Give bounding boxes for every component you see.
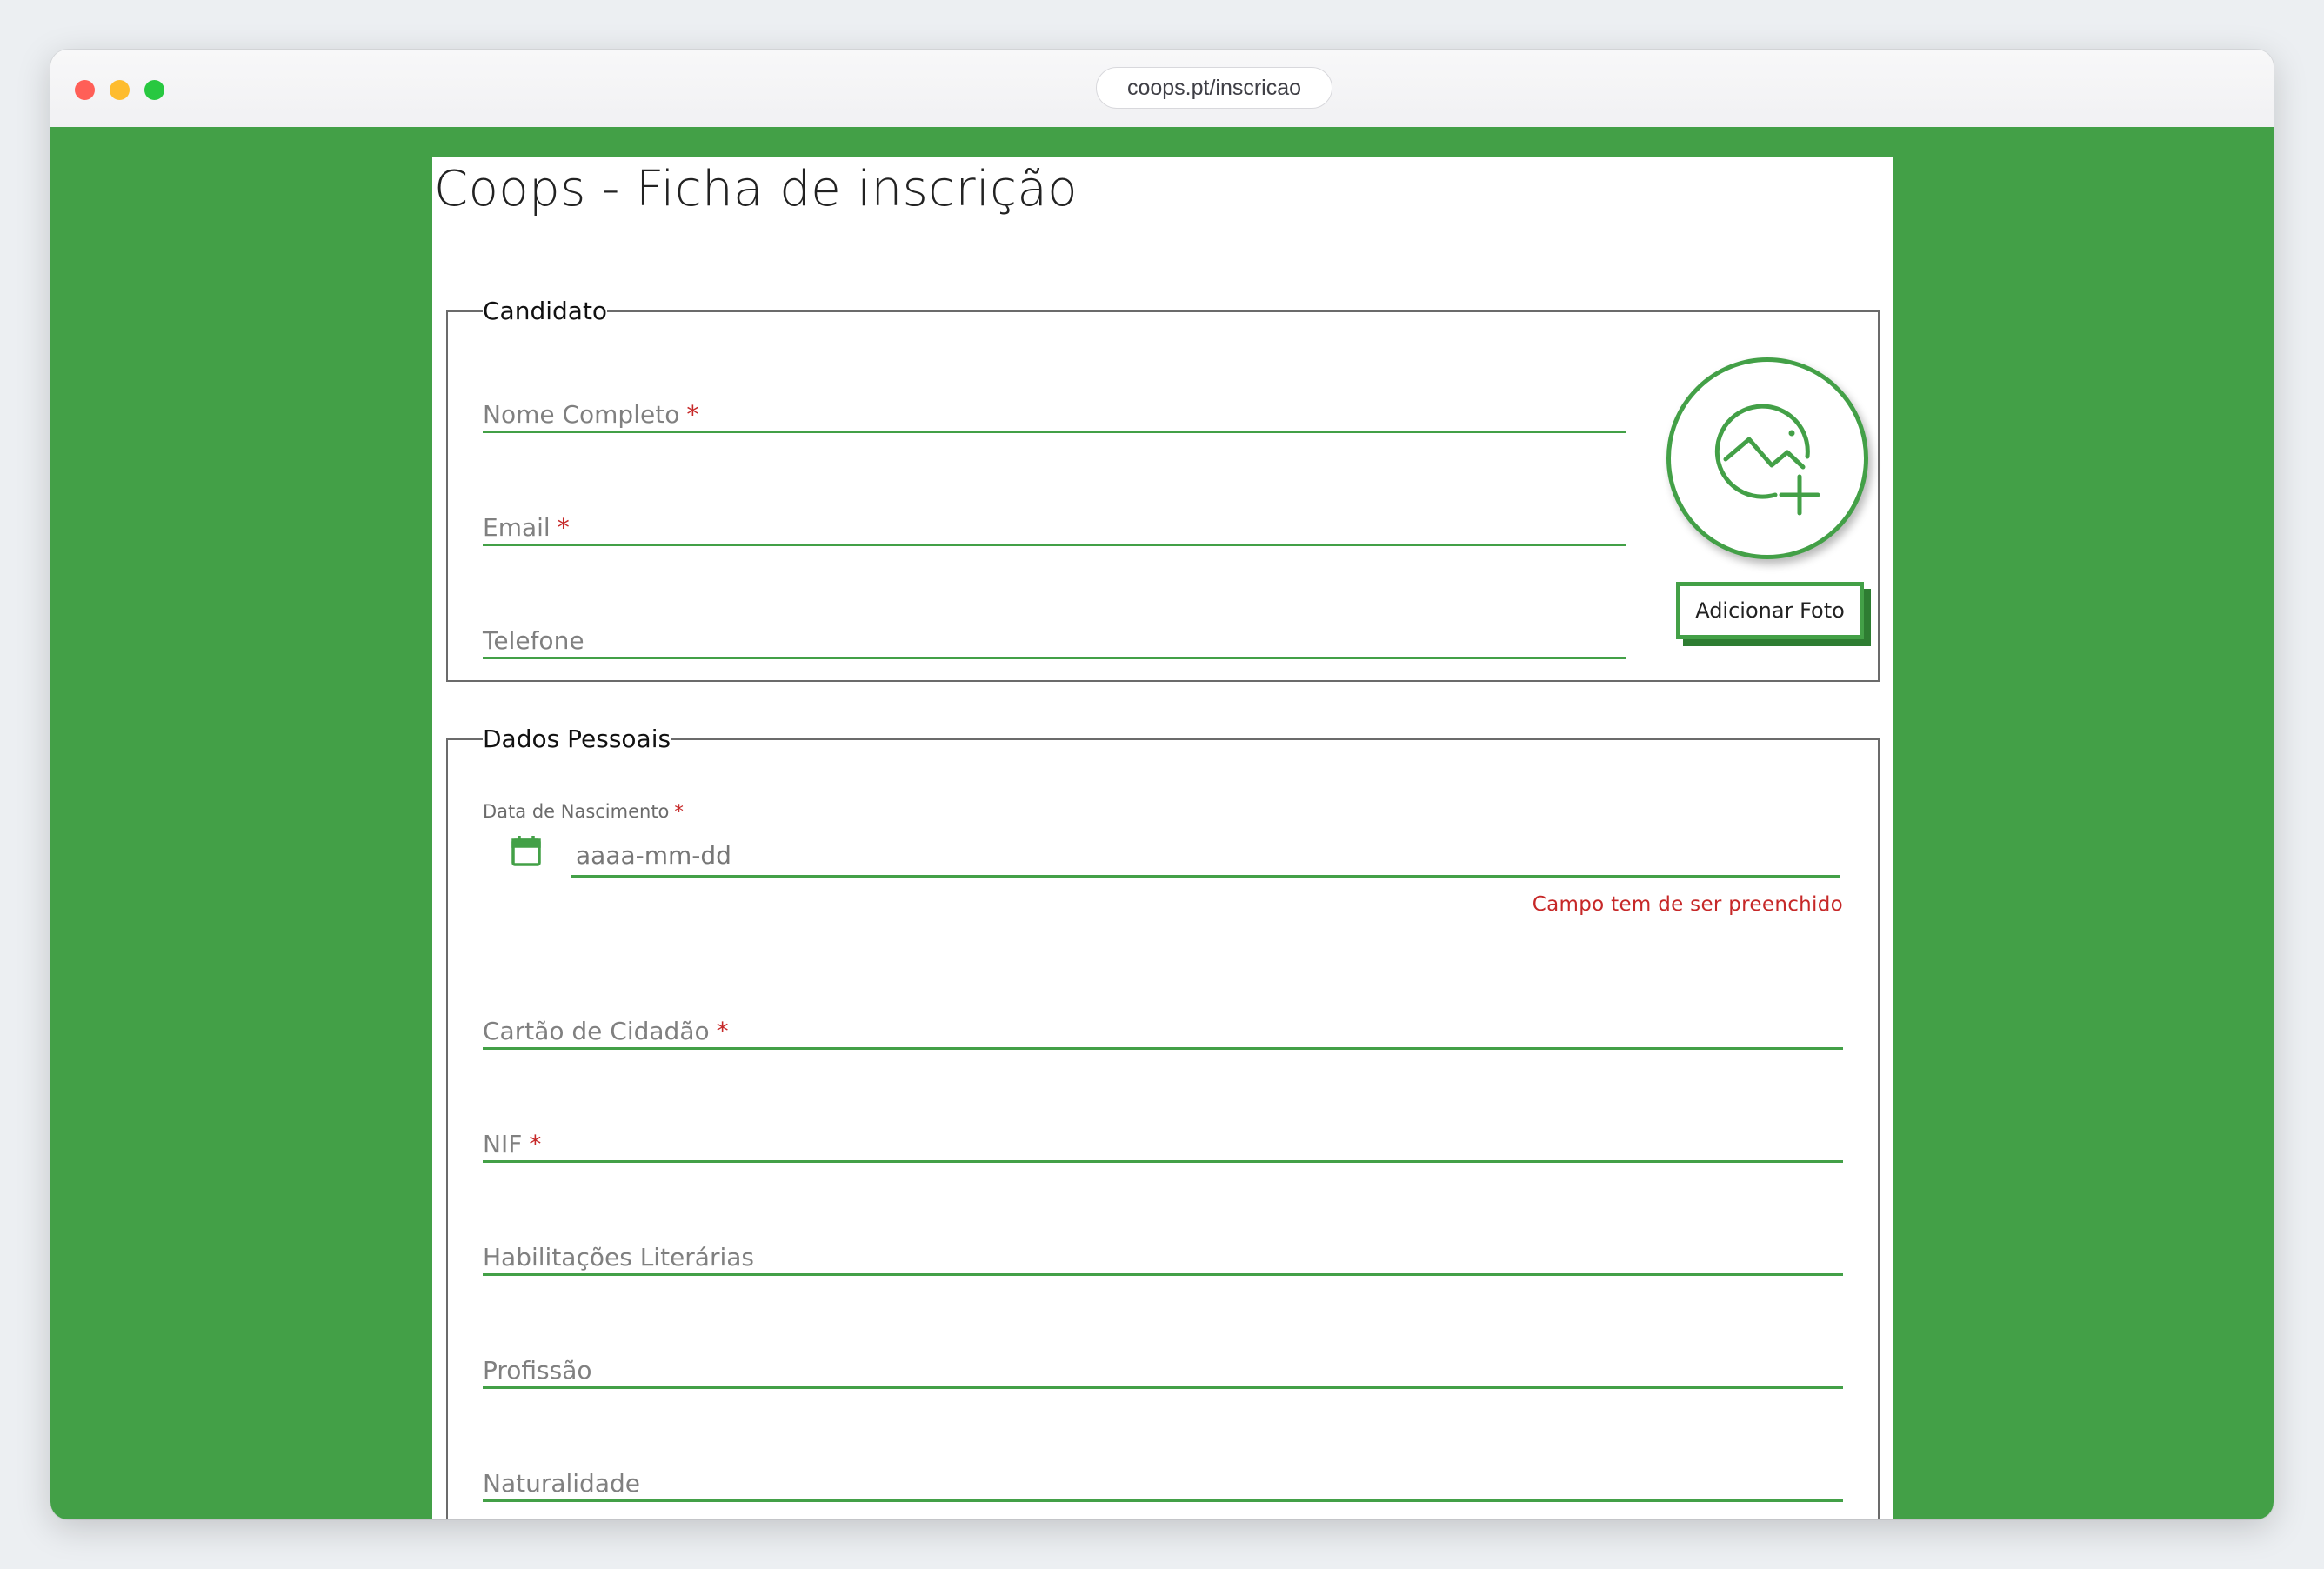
naturalidade-field[interactable]: Naturalidade <box>483 1450 1843 1502</box>
candidato-legend: Candidato <box>483 297 608 325</box>
nome-completo-label: Nome Completo <box>483 400 680 429</box>
form-card: Coops - Ficha de inscrição Candidato Nom… <box>432 157 1893 1519</box>
email-field[interactable]: Email * <box>483 494 1626 546</box>
page-title: Coops - Ficha de inscrição <box>434 161 1079 217</box>
data-nascimento-input[interactable]: aaaa-mm-dd <box>571 825 1840 878</box>
required-marker: * <box>674 801 684 822</box>
nif-field[interactable]: NIF * <box>483 1111 1843 1163</box>
minimize-window-button[interactable] <box>110 80 130 100</box>
required-marker: * <box>716 1017 729 1045</box>
browser-window: coops.pt/inscricao Coops - Ficha de insc… <box>50 50 2274 1519</box>
add-photo-button[interactable]: Adicionar Foto <box>1676 582 1864 639</box>
calendar-icon[interactable] <box>511 834 542 867</box>
nome-completo-field[interactable]: Nome Completo * <box>483 381 1626 433</box>
add-photo-icon <box>1714 404 1820 516</box>
close-window-button[interactable] <box>75 80 95 100</box>
maximize-window-button[interactable] <box>144 80 164 100</box>
candidato-section: Candidato Nome Completo * Email * Telefone <box>446 299 1880 682</box>
cartao-cidadao-field[interactable]: Cartão de Cidadão * <box>483 998 1843 1050</box>
address-bar[interactable]: coops.pt/inscricao <box>1096 67 1332 109</box>
habilitacoes-field[interactable]: Habilitações Literárias <box>483 1224 1843 1276</box>
dados-pessoais-legend: Dados Pessoais <box>483 724 671 753</box>
browser-titlebar: coops.pt/inscricao <box>50 50 2274 128</box>
telefone-label: Telefone <box>483 626 584 655</box>
required-marker: * <box>686 400 699 429</box>
email-label: Email <box>483 513 551 542</box>
page-viewport: Coops - Ficha de inscrição Candidato Nom… <box>50 127 2274 1519</box>
naturalidade-label: Naturalidade <box>483 1469 640 1498</box>
profissao-field[interactable]: Profissão <box>483 1337 1843 1389</box>
data-nascimento-label: Data de Nascimento <box>483 801 670 822</box>
dados-pessoais-section: Dados Pessoais Data de Nascimento * aaaa-… <box>446 727 1880 1519</box>
required-marker: * <box>557 513 570 542</box>
error-message: Campo tem de ser preenchido <box>1532 893 1843 916</box>
telefone-field[interactable]: Telefone <box>483 607 1626 659</box>
date-placeholder: aaaa-mm-dd <box>576 841 731 870</box>
required-marker: * <box>529 1130 542 1158</box>
habilitacoes-label: Habilitações Literárias <box>483 1243 754 1272</box>
photo-placeholder[interactable] <box>1666 357 1868 559</box>
cartao-cidadao-label: Cartão de Cidadão <box>483 1017 710 1045</box>
nif-label: NIF <box>483 1130 523 1158</box>
profissao-label: Profissão <box>483 1356 592 1385</box>
